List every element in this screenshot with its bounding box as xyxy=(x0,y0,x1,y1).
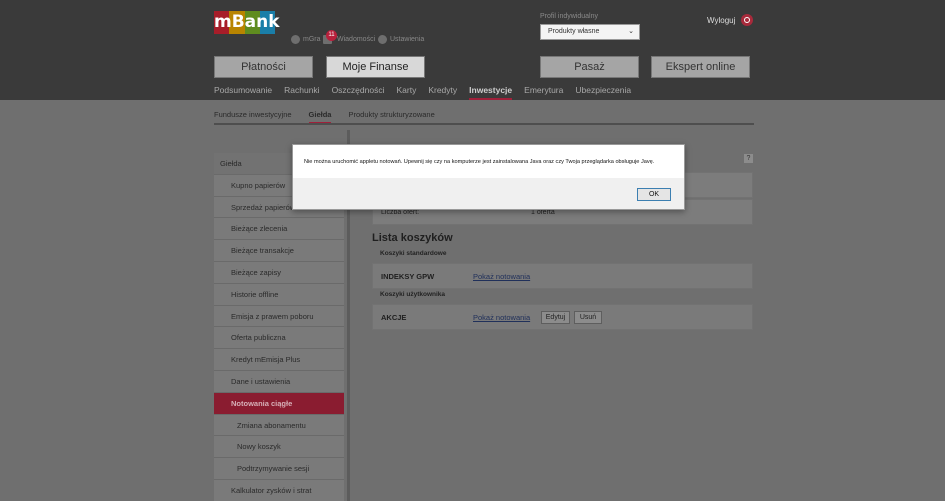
sidebar-item-zmiana-abonamentu[interactable]: Zmiana abonamentu xyxy=(214,414,344,437)
tab-gielda[interactable]: Giełda xyxy=(308,110,332,124)
tab-fundusze[interactable]: Fundusze inwestycyjne xyxy=(214,110,292,124)
nav-ubezpieczenia[interactable]: Ubezpieczenia xyxy=(575,85,631,100)
mgra-link[interactable]: mGra xyxy=(291,35,321,44)
tab-produkty-strukturyzowane[interactable]: Produkty strukturyzowane xyxy=(348,110,434,124)
sidebar-item-biezace-zapisy[interactable]: Bieżące zapisy xyxy=(214,261,344,284)
profile-select[interactable]: Produkty własne ⌄ xyxy=(540,24,640,40)
gear-icon xyxy=(378,35,387,44)
nav-oszczednosci[interactable]: Oszczędności xyxy=(332,85,385,100)
nav-inwestycje[interactable]: Inwestycje xyxy=(469,85,513,100)
logout-button[interactable]: Wyloguj xyxy=(707,14,754,26)
sidebar-item-kalkulator[interactable]: Kalkulator zysków i strat xyxy=(214,479,344,501)
sidebar-item-podtrzymywanie-sesji[interactable]: Podtrzymywanie sesji xyxy=(214,458,344,480)
sub-nav: Fundusze inwestycyjne Giełda Produkty st… xyxy=(214,110,452,124)
messages-count-badge: 11 xyxy=(326,30,337,41)
settings-link[interactable]: Ustawienia xyxy=(378,35,424,44)
my-finances-button[interactable]: Moje Finanse xyxy=(326,56,425,78)
nav-karty[interactable]: Karty xyxy=(396,85,416,100)
edit-basket-button[interactable]: Edytuj xyxy=(541,311,570,324)
logo-text: mBank xyxy=(214,12,280,32)
basket-row: AKCJE Pokaż notowania Edytuj Usuń xyxy=(372,304,753,330)
standard-baskets-label: Koszyki standardowe xyxy=(380,250,447,257)
baskets-title: Lista koszyków xyxy=(372,232,453,244)
help-icon[interactable]: ? xyxy=(744,154,753,163)
show-quotes-link[interactable]: Pokaż notowania xyxy=(473,313,530,322)
sidebar-item-emisja[interactable]: Emisja z prawem poboru xyxy=(214,305,344,328)
sidebar-item-biezace-zlecenia[interactable]: Bieżące zlecenia xyxy=(214,218,344,241)
user-baskets-label: Koszyki użytkownika xyxy=(380,291,446,298)
sidebar-item-oferta-publiczna[interactable]: Oferta publiczna xyxy=(214,327,344,350)
offers-label: Liczba ofert: xyxy=(381,209,420,216)
dialog-message-area: Nie można uruchomić appletu notowań. Upe… xyxy=(293,145,684,178)
expert-online-button[interactable]: Ekspert online xyxy=(651,56,750,78)
offers-value: 1 oferta xyxy=(531,209,555,216)
chevron-down-icon: ⌄ xyxy=(628,28,634,35)
logout-label: Wyloguj xyxy=(707,15,736,25)
show-quotes-link[interactable]: Pokaż notowania xyxy=(473,272,530,281)
power-icon xyxy=(741,14,754,26)
pasaz-button[interactable]: Pasaż xyxy=(540,56,639,78)
profile-label: Profil indywidualny xyxy=(540,13,598,20)
mbank-logo[interactable]: mBank xyxy=(214,11,280,34)
ok-button[interactable]: OK xyxy=(637,188,671,201)
java-error-dialog: Nie można uruchomić appletu notowań. Upe… xyxy=(292,144,685,210)
bulb-icon xyxy=(291,35,300,44)
payments-button[interactable]: Płatności xyxy=(214,56,313,78)
basket-name: INDEKSY GPW xyxy=(381,272,435,281)
main-nav: Podsumowanie Rachunki Oszczędności Karty… xyxy=(214,85,643,100)
nav-kredyty[interactable]: Kredyty xyxy=(428,85,457,100)
dialog-message: Nie można uruchomić appletu notowań. Upe… xyxy=(304,159,655,165)
sidebar-item-nowy-koszyk[interactable]: Nowy koszyk xyxy=(214,436,344,459)
delete-basket-button[interactable]: Usuń xyxy=(574,311,602,324)
sidebar-item-biezace-transakcje[interactable]: Bieżące transakcje xyxy=(214,240,344,262)
basket-row: INDEKSY GPW Pokaż notowania xyxy=(372,263,753,289)
sidebar-item-historie-offline[interactable]: Historie offline xyxy=(214,283,344,306)
nav-emerytura[interactable]: Emerytura xyxy=(524,85,563,100)
subnav-divider xyxy=(214,123,754,125)
sidebar-item-kredyt-memisja[interactable]: Kredyt mEmisja Plus xyxy=(214,349,344,371)
basket-name: AKCJE xyxy=(381,313,407,322)
nav-rachunki[interactable]: Rachunki xyxy=(284,85,319,100)
sidebar-item-dane-ustawienia[interactable]: Dane i ustawienia xyxy=(214,370,344,393)
nav-podsumowanie[interactable]: Podsumowanie xyxy=(214,85,272,100)
sidebar-item-notowania-ciagle[interactable]: Notowania ciągłe xyxy=(214,392,344,415)
profile-selected-value: Produkty własne xyxy=(548,28,600,35)
